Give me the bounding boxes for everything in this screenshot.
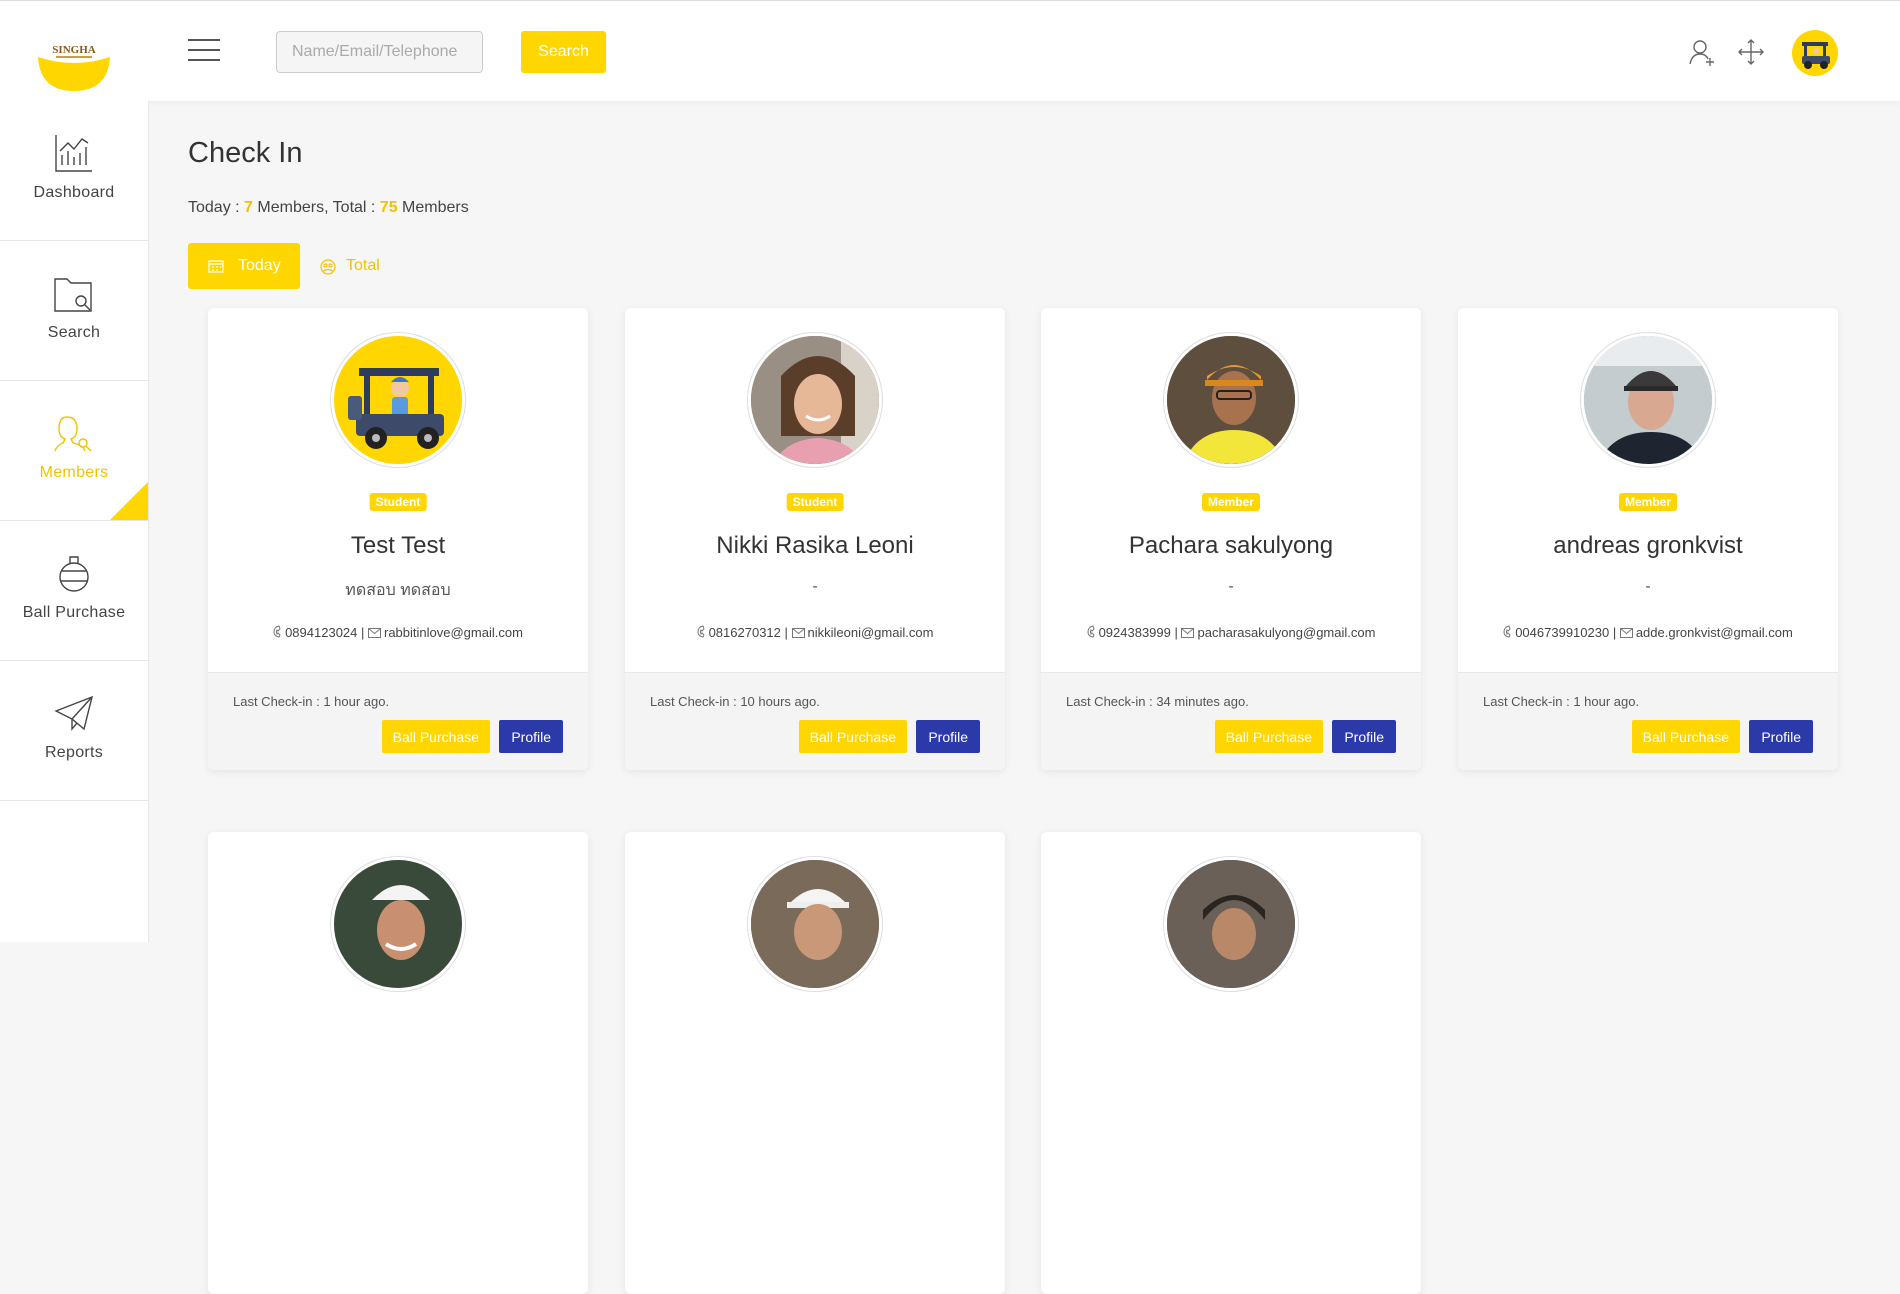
member-photo bbox=[331, 333, 465, 467]
today-count: 7 bbox=[244, 199, 253, 216]
card-footer: Last Check-in : 1 hour ago. Ball Purchas… bbox=[208, 672, 588, 770]
profile-button[interactable]: Profile bbox=[1749, 720, 1813, 753]
member-photo bbox=[1164, 857, 1298, 991]
group-icon bbox=[320, 259, 336, 275]
member-search-icon bbox=[54, 416, 92, 452]
sidebar-item-members[interactable]: Members bbox=[0, 381, 148, 521]
member-name: Pachara sakulyong bbox=[1128, 532, 1334, 559]
last-checkin: Last Check-in : 1 hour ago. bbox=[233, 694, 390, 709]
hamburger-menu-button[interactable] bbox=[188, 39, 220, 63]
last-checkin: Last Check-in : 1 hour ago. bbox=[1483, 694, 1640, 709]
sidebar-item-label: Reports bbox=[44, 744, 104, 761]
member-contact: 0924383999 | pacharasakulyong@gmail.com bbox=[1041, 625, 1421, 641]
member-thai-name: - bbox=[1228, 578, 1234, 595]
member-photo bbox=[748, 857, 882, 991]
member-contact: 0816270312 | nikkileoni@gmail.com bbox=[625, 625, 1005, 641]
search-button[interactable]: Search bbox=[521, 31, 606, 73]
page-title: Check In bbox=[188, 137, 303, 169]
ball-purchase-button[interactable]: Ball Purchase bbox=[1631, 720, 1740, 753]
member-card bbox=[1041, 832, 1421, 1294]
search-input[interactable] bbox=[276, 31, 483, 73]
member-contact: 0046739910230 | adde.gronkvist@gmail.com bbox=[1458, 625, 1838, 641]
sidebar-item-label: Search bbox=[47, 324, 101, 341]
ball-purchase-button[interactable]: Ball Purchase bbox=[381, 720, 490, 753]
sidebar: Dashboard Search Members Ball Purchase R… bbox=[0, 101, 149, 942]
add-user-icon[interactable] bbox=[1687, 37, 1717, 67]
sidebar-item-dashboard[interactable]: Dashboard bbox=[0, 101, 148, 241]
member-photo bbox=[1581, 333, 1715, 467]
calendar-icon bbox=[208, 260, 224, 273]
email-icon bbox=[791, 626, 805, 641]
ball-icon bbox=[59, 556, 89, 592]
member-photo bbox=[748, 333, 882, 467]
profile-button[interactable]: Profile bbox=[499, 720, 563, 753]
phone-icon bbox=[697, 625, 706, 641]
total-count: 75 bbox=[379, 199, 398, 216]
profile-button[interactable]: Profile bbox=[916, 720, 980, 753]
last-checkin: Last Check-in : 34 minutes ago. bbox=[1066, 694, 1249, 709]
member-card: Member andreas gronkvist - 0046739910230… bbox=[1458, 308, 1838, 770]
member-type-badge: Member bbox=[1201, 493, 1261, 511]
sidebar-item-label: Ball Purchase bbox=[22, 604, 126, 621]
fullscreen-icon[interactable] bbox=[1736, 37, 1766, 67]
member-card: Member Pachara sakulyong - 0924383999 | … bbox=[1041, 308, 1421, 770]
phone-icon bbox=[1503, 625, 1512, 641]
member-thai-name: - bbox=[1645, 578, 1651, 595]
sidebar-item-label: Dashboard bbox=[33, 184, 115, 201]
tab-today[interactable]: Today bbox=[188, 243, 300, 289]
card-footer: Last Check-in : 1 hour ago. Ball Purchas… bbox=[1458, 672, 1838, 770]
member-photo bbox=[1164, 333, 1298, 467]
user-avatar[interactable] bbox=[1792, 30, 1838, 76]
ball-purchase-button[interactable]: Ball Purchase bbox=[1214, 720, 1323, 753]
phone-icon bbox=[273, 625, 282, 641]
sidebar-item-search[interactable]: Search bbox=[0, 241, 148, 381]
active-indicator bbox=[110, 482, 148, 520]
folder-search-icon bbox=[54, 278, 92, 312]
singha-logo[interactable]: SINGHA bbox=[36, 39, 112, 91]
sidebar-item-label: Members bbox=[39, 464, 109, 481]
chart-icon bbox=[55, 135, 92, 172]
member-name: Test Test bbox=[350, 532, 446, 559]
email-icon bbox=[1181, 626, 1195, 641]
member-card bbox=[208, 832, 588, 1294]
member-photo bbox=[331, 857, 465, 991]
card-footer: Last Check-in : 34 minutes ago. Ball Pur… bbox=[1041, 672, 1421, 770]
sidebar-item-ball-purchase[interactable]: Ball Purchase bbox=[0, 521, 148, 661]
member-type-badge: Student bbox=[786, 493, 844, 511]
profile-button[interactable]: Profile bbox=[1332, 720, 1396, 753]
sidebar-item-reports[interactable]: Reports bbox=[0, 661, 148, 801]
last-checkin: Last Check-in : 10 hours ago. bbox=[650, 694, 820, 709]
member-thai-name: ทดสอบ ทดสอบ bbox=[345, 582, 451, 599]
member-type-badge: Member bbox=[1618, 493, 1678, 511]
member-contact: 0894123024 | rabbitinlove@gmail.com bbox=[208, 625, 588, 641]
tab-total[interactable]: Total bbox=[320, 243, 380, 289]
member-type-badge: Student bbox=[369, 493, 427, 511]
member-card: Student Nikki Rasika Leoni - 0816270312 … bbox=[625, 308, 1005, 770]
logo-text: SINGHA bbox=[52, 44, 95, 56]
paper-plane-icon bbox=[54, 695, 94, 731]
email-icon bbox=[1619, 626, 1633, 641]
member-name: andreas gronkvist bbox=[1553, 532, 1743, 559]
ball-purchase-button[interactable]: Ball Purchase bbox=[798, 720, 907, 753]
phone-icon bbox=[1087, 625, 1096, 641]
top-bar: SINGHA Search bbox=[0, 0, 1900, 101]
checkin-summary: Today : 7 Members, Total : 75 Members bbox=[188, 199, 469, 216]
member-thai-name: - bbox=[812, 578, 818, 595]
card-footer: Last Check-in : 10 hours ago. Ball Purch… bbox=[625, 672, 1005, 770]
member-card bbox=[625, 832, 1005, 1294]
member-card: Student Test Test ทดสอบ ทดสอบ 0894123024… bbox=[208, 308, 588, 770]
member-name: Nikki Rasika Leoni bbox=[716, 532, 914, 559]
email-icon bbox=[368, 626, 381, 641]
